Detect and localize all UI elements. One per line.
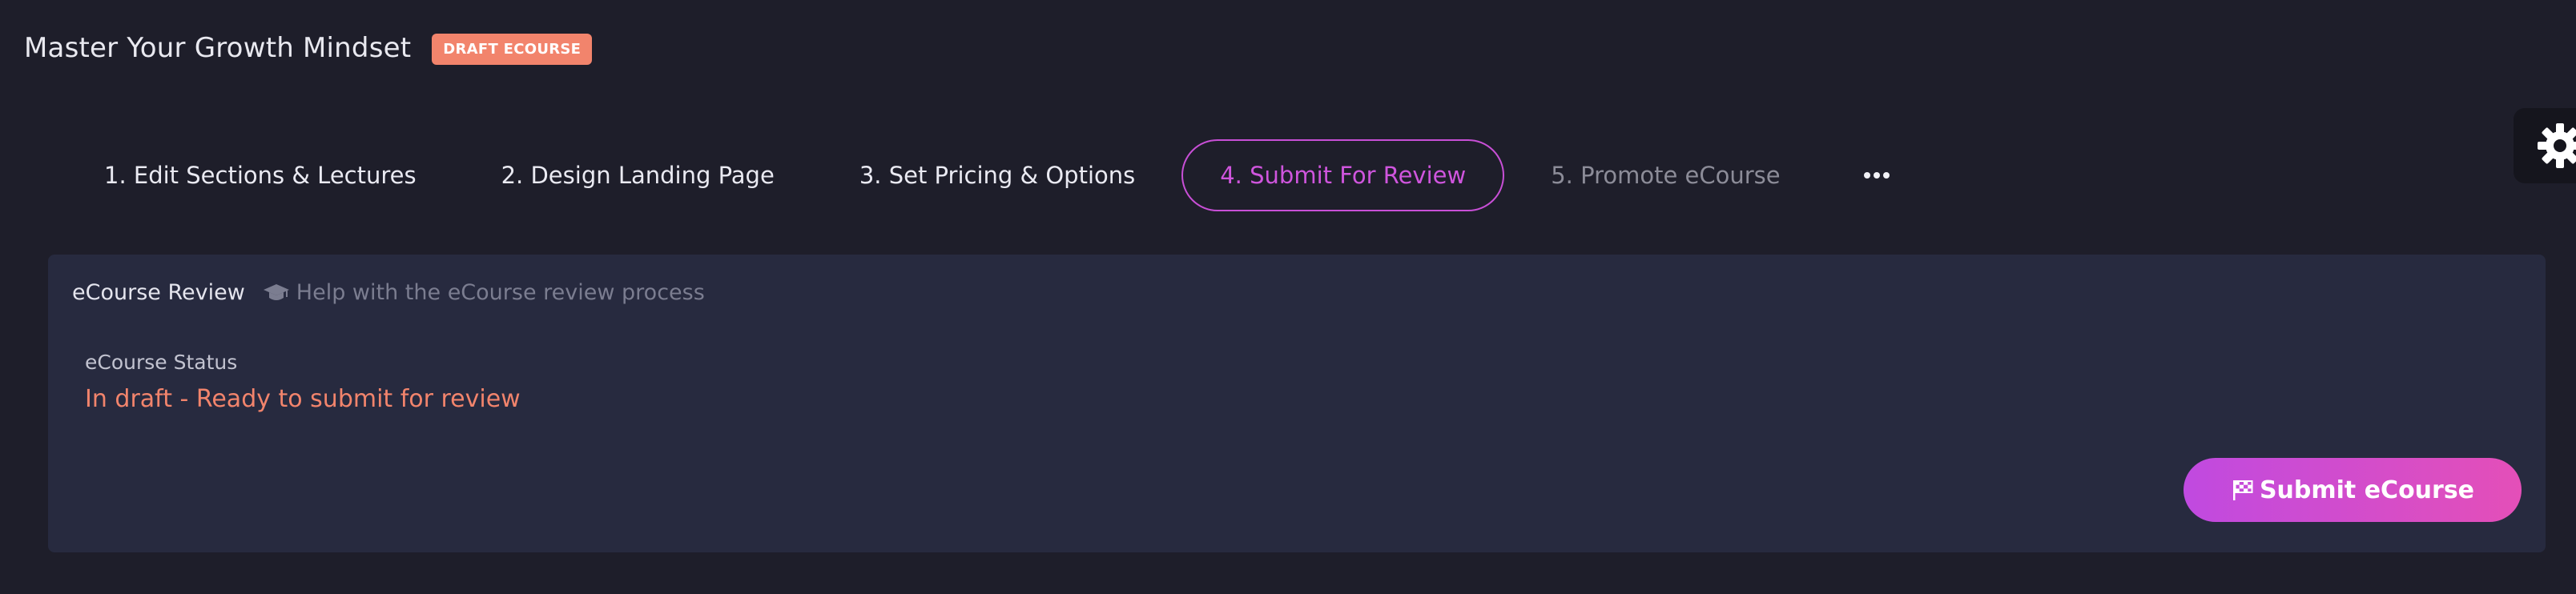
page-header: Master Your Growth Mindset DRAFT ECOURSE: [24, 30, 593, 65]
status-label: eCourse Status: [85, 351, 238, 374]
step-tabs: 1. Edit Sections & Lectures 2. Design La…: [80, 139, 1890, 211]
submit-ecourse-button[interactable]: Submit eCourse: [2184, 458, 2522, 522]
tab-edit-sections[interactable]: 1. Edit Sections & Lectures: [104, 139, 417, 211]
tab-design-landing-page[interactable]: 2. Design Landing Page: [501, 139, 775, 211]
status-value: In draft - Ready to submit for review: [85, 385, 521, 413]
panel-header: eCourse Review Help with the eCourse rev…: [72, 280, 705, 305]
help-link-label: Help with the eCourse review process: [296, 280, 705, 305]
panel-title: eCourse Review: [72, 280, 245, 305]
tab-submit-for-review[interactable]: 4. Submit For Review: [1181, 139, 1505, 211]
gear-icon: [2538, 123, 2576, 168]
settings-button[interactable]: [2514, 108, 2576, 183]
help-link[interactable]: Help with the eCourse review process: [263, 280, 705, 305]
status-badge: DRAFT ECOURSE: [432, 34, 593, 65]
submit-button-label: Submit eCourse: [2259, 476, 2475, 504]
ecourse-review-panel: eCourse Review Help with the eCourse rev…: [48, 255, 2546, 552]
tab-set-pricing[interactable]: 3. Set Pricing & Options: [859, 139, 1135, 211]
course-title: Master Your Growth Mindset: [24, 31, 412, 64]
graduation-cap-icon: [263, 283, 289, 300]
checkered-flag-icon: [2232, 480, 2253, 500]
ellipsis-icon[interactable]: [1863, 139, 1890, 211]
tab-promote-ecourse[interactable]: 5. Promote eCourse: [1551, 139, 1780, 211]
